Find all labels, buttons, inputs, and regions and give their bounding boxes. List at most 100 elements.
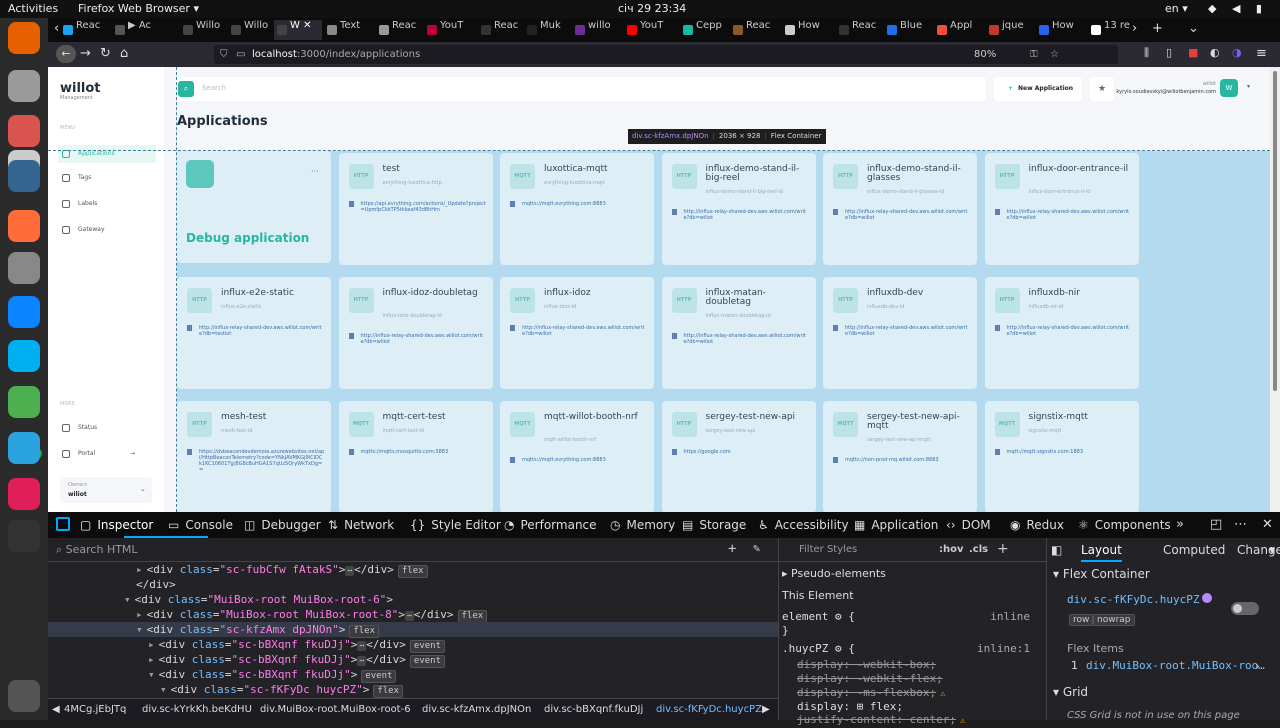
expand-toggle-icon[interactable]: ▾ [136, 623, 143, 636]
tab-list-button[interactable]: ⌄ [1188, 21, 1199, 36]
settings-icon[interactable] [8, 252, 40, 284]
collapsed-children[interactable]: ⋯ [357, 656, 367, 666]
extension-icon[interactable]: ◑ [1232, 46, 1242, 59]
sidebar-item-applications[interactable]: Applications [58, 145, 156, 163]
css-declaration[interactable]: display: -ms-flexbox; ⚠ [797, 686, 946, 701]
application-card[interactable]: MQTT sergey-test-new-api-mqtt sergey-test-… [823, 401, 977, 512]
breadcrumb-item[interactable]: ▶ [762, 699, 770, 720]
application-url[interactable]: https://api.evrything.com/actions/_Updat… [348, 201, 487, 213]
add-rule-icon[interactable]: + [997, 541, 1009, 557]
devtools-tab-debugger[interactable]: ◫ Debugger [244, 518, 321, 532]
devtools-tab-application[interactable]: ▦ Application [854, 518, 938, 532]
application-url[interactable]: https://dvbeacondevdemoia.azurewebsites.… [187, 449, 325, 473]
application-card[interactable]: HTTP influx-door-entrance-il influx-door-e… [984, 153, 1139, 265]
devtools-tab-inspector[interactable]: ▢ Inspector [80, 518, 153, 532]
dock-side-icon[interactable]: ◰ [1210, 517, 1222, 532]
chevron-down-icon[interactable]: ▾ [1247, 83, 1250, 90]
css-declaration[interactable]: justify-content: center; ⚠ [797, 713, 965, 728]
sidebar-item-tags[interactable]: Tags [58, 169, 156, 187]
breadcrumb-item[interactable]: div.sc-bBXqnf.fkuDJj [544, 699, 643, 720]
logo[interactable]: willot [60, 81, 101, 96]
hover-states-toggle[interactable]: :hov [939, 544, 964, 555]
url-text[interactable]: localhost:3000/index/applications [252, 45, 420, 64]
browser-tab[interactable]: How [782, 20, 826, 40]
close-icon[interactable]: ✕ [1262, 517, 1273, 532]
clock[interactable]: січ 29 23:34 [618, 2, 686, 15]
node-badge[interactable]: flex [397, 565, 428, 578]
devtools-tab-accessibility[interactable]: ♿ Accessibility [758, 518, 849, 532]
browser-tab[interactable]: Reac [730, 20, 774, 40]
devtools-tab-style-editor[interactable]: {} Style Editor [410, 518, 501, 532]
browser-tab[interactable]: W ✕ [274, 20, 322, 40]
language-indicator[interactable]: en ▾ [1165, 2, 1188, 15]
flex-container-heading[interactable]: ▾ Flex Container [1053, 567, 1150, 581]
firefox-icon[interactable] [8, 22, 40, 54]
devtools-tab-network[interactable]: ⇅ Network [328, 518, 394, 532]
breadcrumb-item[interactable]: div.sc-kYrkKh.beKdHU [142, 699, 252, 720]
activities-button[interactable]: Activities [8, 2, 58, 15]
browser-tab[interactable]: Серр [680, 20, 726, 40]
browser-tab[interactable]: Willo [180, 20, 224, 40]
css-declaration[interactable]: display: ⊞ flex; [797, 700, 903, 714]
avatar[interactable]: W [1220, 79, 1238, 97]
extension-red-icon[interactable]: ■ [1188, 46, 1198, 59]
application-url[interactable]: https://google.com [671, 449, 810, 455]
devtools-tab-redux[interactable]: ◉ Redux [1010, 518, 1064, 532]
application-card[interactable]: HTTP influx-demo-stand-il-glasses influx-d… [823, 153, 977, 265]
sidebar-tab[interactable]: ◧ [1051, 538, 1062, 562]
element-picker-icon[interactable] [56, 517, 70, 531]
classes-toggle[interactable]: .cls [969, 544, 988, 555]
application-url[interactable]: http://influx-relay-shared-dev.aws.wilio… [348, 333, 487, 345]
vscode-icon[interactable] [8, 296, 40, 328]
markup-node[interactable]: ▾ <div class="sc-kfzAmx dpJNOn"> flex [48, 622, 778, 638]
browser-tab[interactable]: YouT [624, 20, 674, 40]
terminal-icon[interactable] [8, 520, 40, 552]
sidebar-item-gateway[interactable]: Gateway [58, 221, 156, 239]
back-button[interactable]: ← [56, 45, 76, 63]
devtools-tab-memory[interactable]: ◷ Memory [610, 518, 675, 532]
application-url[interactable]: mqtts://mqtt.evrything.com:8883 [510, 457, 648, 463]
search-icon[interactable]: ⌕ [178, 81, 194, 97]
debug-application-card[interactable]: ··· Debug application [177, 151, 331, 263]
browser-tab[interactable]: Appl [934, 20, 978, 40]
browser-tab[interactable]: ▶ Ac [112, 20, 162, 40]
sidebar-item-status[interactable]: Status [58, 419, 156, 437]
more-tools-icon[interactable]: » [1176, 517, 1184, 532]
browser-tab[interactable]: Text [324, 20, 368, 40]
browser-tab[interactable]: Muk [524, 20, 570, 40]
application-card[interactable]: HTTP influx-e2e-static influx-e2e-static ht… [177, 277, 331, 389]
expand-toggle-icon[interactable]: ▸ [148, 638, 155, 651]
forward-button[interactable]: → [80, 46, 91, 61]
page-icon[interactable]: ▭ [236, 45, 245, 64]
flex-item[interactable]: 1 div.MuiBox-root.MuiBox-roo… [1071, 659, 1271, 672]
expand-toggle-icon[interactable]: ▾ [124, 593, 131, 606]
shield-icon[interactable]: ⛉ [220, 45, 228, 64]
application-card[interactable]: MQTT mqtt-willot-booth-nrf mqtt-willot-boo… [500, 401, 654, 512]
node-badge[interactable]: flex [373, 685, 404, 698]
chevron-right-icon[interactable]: › [1255, 659, 1260, 673]
application-url[interactable]: http://influx-relay-shared-dev.aws.wilio… [510, 325, 648, 337]
application-card[interactable]: HTTP influx-idoz influx-idoz-id http://infl… [500, 277, 654, 389]
node-badge[interactable]: event [409, 655, 446, 668]
add-node-icon[interactable]: + [728, 541, 736, 557]
skype-icon[interactable] [8, 340, 40, 372]
application-card[interactable]: HTTP test evrything-luxottica-http https://… [338, 153, 493, 265]
application-url[interactable]: http://influx-relay-shared-dev.aws.wilio… [671, 333, 810, 345]
browser-tab[interactable]: How [1036, 20, 1080, 40]
devtools-tab-components[interactable]: ⚛ Components [1078, 518, 1171, 532]
application-card[interactable]: MQTT mqtt-cert-test mqtt-cert-test-id mqtts… [338, 401, 493, 512]
browser-tab[interactable]: Reac [478, 20, 522, 40]
bookmark-star-icon[interactable]: ☆ [1050, 45, 1059, 64]
telegram-icon[interactable] [8, 432, 40, 464]
application-url[interactable]: mqtts://mqtt.evrything.com:8883 [510, 201, 648, 207]
element-rule[interactable]: element ⚙ { [782, 610, 855, 624]
application-url[interactable]: http://influx-relay-shared-dev.aws.wilio… [833, 209, 971, 221]
application-url[interactable]: http://influx-relay-shared-dev.aws.wilio… [994, 325, 1133, 337]
application-card[interactable]: HTTP influxdb-dev influxdb-dev-id http://in… [823, 277, 977, 389]
slack-icon[interactable] [8, 478, 40, 510]
app-menu[interactable]: Firefox Web Browser ▾ [78, 2, 199, 15]
browser-tab[interactable]: willo [572, 20, 618, 40]
devtools-tab-dom[interactable]: ‹› DOM [946, 518, 991, 532]
more-icon[interactable]: ··· [311, 167, 319, 176]
sidebar-item-labels[interactable]: Labels [58, 195, 156, 213]
